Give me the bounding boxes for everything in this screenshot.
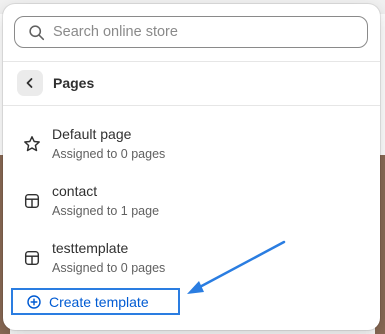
list-item-contact[interactable]: contact Assigned to 1 page bbox=[3, 182, 380, 234]
layout-icon bbox=[23, 249, 41, 267]
layout-icon bbox=[23, 192, 41, 210]
star-icon bbox=[23, 135, 41, 153]
search-field[interactable] bbox=[14, 16, 368, 48]
divider bbox=[3, 105, 380, 106]
section-header: Pages bbox=[17, 70, 94, 96]
create-template-button[interactable]: Create template bbox=[11, 288, 180, 315]
item-subtitle: Assigned to 0 pages bbox=[52, 147, 166, 161]
page-title: Pages bbox=[53, 75, 95, 91]
list-item-testtemplate[interactable]: testtemplate Assigned to 0 pages bbox=[3, 239, 380, 291]
search-input[interactable] bbox=[53, 24, 367, 40]
template-picker-popover: Pages Default page Assigned to 0 pages c… bbox=[3, 4, 380, 330]
chevron-left-icon bbox=[24, 77, 36, 89]
item-subtitle: Assigned to 0 pages bbox=[52, 261, 166, 275]
back-button[interactable] bbox=[17, 70, 43, 96]
create-template-label: Create template bbox=[49, 293, 149, 310]
divider bbox=[3, 61, 380, 62]
item-title: contact bbox=[52, 183, 98, 199]
item-title: testtemplate bbox=[52, 240, 129, 256]
item-subtitle: Assigned to 1 page bbox=[52, 204, 160, 218]
list-item-default-page[interactable]: Default page Assigned to 0 pages bbox=[3, 125, 380, 177]
search-icon bbox=[27, 23, 45, 41]
plus-circle-icon bbox=[26, 294, 42, 310]
item-title: Default page bbox=[52, 126, 132, 142]
